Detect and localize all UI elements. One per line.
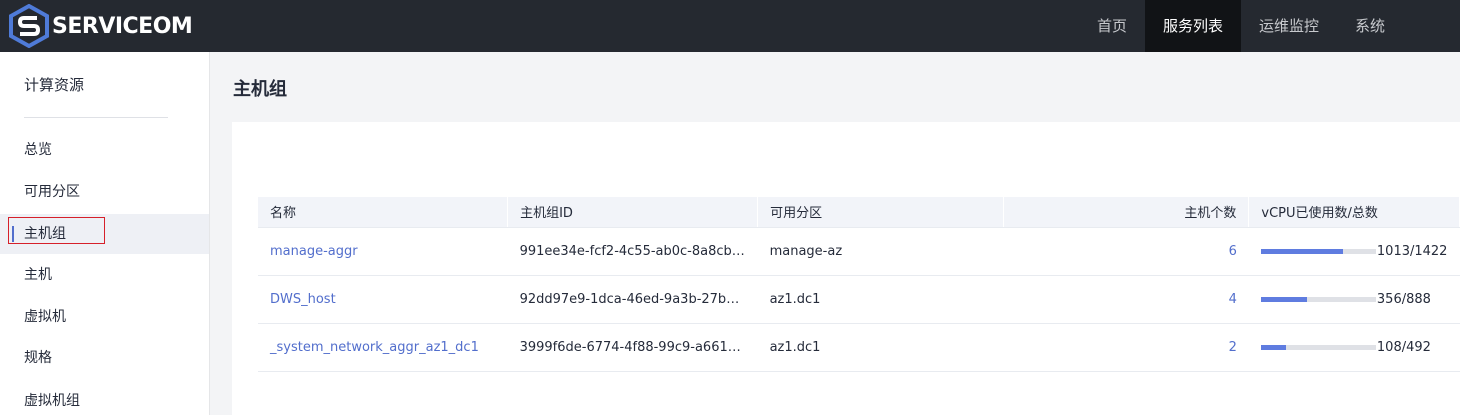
nav-ops-monitoring[interactable]: 运维监控 (1241, 0, 1337, 52)
nav-home[interactable]: 首页 (1079, 0, 1145, 52)
brand-name: SERVICEOM (52, 13, 193, 39)
host-group-name-link[interactable]: manage-aggr (270, 244, 358, 259)
table-row: _system_network_aggr_az1_dc1 3999f6de-67… (258, 323, 1460, 372)
zone-cell: az1.dc1 (757, 323, 1004, 372)
nav-service-list[interactable]: 服务列表 (1144, 0, 1241, 52)
column-header-name[interactable]: 名称 (258, 197, 509, 228)
main-nav: 首页 服务列表 运维监控 系统 (1079, 0, 1403, 52)
vcpu-usage: 108/492 (1260, 339, 1448, 355)
host-group-id: 3999f6de-6774-4f88-99c9-a661678... (507, 323, 758, 372)
vcpu-usage-text: 356/888 (1376, 291, 1431, 307)
vcpu-usage-bar-fill (1260, 248, 1343, 254)
logo[interactable]: SERVICEOM (8, 4, 193, 48)
nav-system[interactable]: 系统 (1337, 0, 1403, 52)
vcpu-usage-bar (1260, 248, 1376, 254)
table-header-row: 名称 主机组ID 可用分区 主机个数 vCPU已使用数/总数 (258, 197, 1460, 228)
content-panel: 名称 主机组ID 可用分区 主机个数 vCPU已使用数/总数 manage-ag… (232, 122, 1460, 415)
sidebar: 计算资源 总览 可用分区 主机组 主机 虚拟机 规格 虚拟机组 (0, 52, 210, 415)
vcpu-usage-text: 1013/1422 (1376, 243, 1448, 259)
zone-cell: manage-az (757, 227, 1004, 276)
table-row: DWS_host 92dd97e9-1dca-46ed-9a3b-27b7ac5… (258, 275, 1460, 324)
sidebar-divider (24, 117, 168, 118)
vcpu-usage-text: 108/492 (1376, 339, 1431, 355)
column-header-id[interactable]: 主机组ID (507, 197, 759, 228)
sidebar-item-flavors[interactable]: 规格 (0, 338, 209, 378)
top-bar: SERVICEOM 首页 服务列表 运维监控 系统 (0, 0, 1460, 52)
host-group-name-link[interactable]: _system_network_aggr_az1_dc1 (270, 340, 479, 355)
host-group-name-link[interactable]: DWS_host (270, 292, 336, 307)
hexagon-s-logo-icon (9, 4, 49, 48)
sidebar-item-hosts[interactable]: 主机 (0, 255, 209, 295)
vcpu-usage-bar (1260, 344, 1376, 350)
vcpu-usage-bar (1260, 296, 1376, 302)
column-header-host-count[interactable]: 主机个数 (1003, 197, 1250, 228)
host-count-link[interactable]: 6 (1003, 227, 1249, 276)
sidebar-item-vms[interactable]: 虚拟机 (0, 297, 209, 337)
host-count-link[interactable]: 4 (1003, 275, 1249, 324)
sidebar-item-vm-groups[interactable]: 虚拟机组 (0, 381, 209, 415)
host-group-id: 92dd97e9-1dca-46ed-9a3b-27b7ac5... (507, 275, 758, 324)
table-row: manage-aggr 991ee34e-fcf2-4c55-ab0c-8a8c… (258, 227, 1460, 276)
sidebar-item-overview[interactable]: 总览 (0, 130, 209, 170)
vcpu-usage-bar-fill (1260, 296, 1308, 302)
column-header-zone[interactable]: 可用分区 (757, 197, 1005, 228)
zone-cell: az1.dc1 (757, 275, 1004, 324)
host-count-link[interactable]: 2 (1003, 323, 1249, 372)
page-title: 主机组 (233, 79, 287, 100)
sidebar-item-host-groups[interactable]: 主机组 (0, 214, 209, 254)
vcpu-usage-bar-fill (1260, 344, 1287, 350)
sidebar-item-availability-zones[interactable]: 可用分区 (0, 172, 209, 212)
host-group-id: 991ee34e-fcf2-4c55-ab0c-8a8cbc39... (507, 227, 758, 276)
vcpu-usage: 356/888 (1260, 291, 1448, 307)
host-group-table: 名称 主机组ID 可用分区 主机个数 vCPU已使用数/总数 manage-ag… (258, 197, 1460, 372)
column-header-vcpu[interactable]: vCPU已使用数/总数 (1248, 197, 1460, 228)
vcpu-usage: 1013/1422 (1260, 243, 1448, 259)
sidebar-title: 计算资源 (24, 76, 85, 94)
